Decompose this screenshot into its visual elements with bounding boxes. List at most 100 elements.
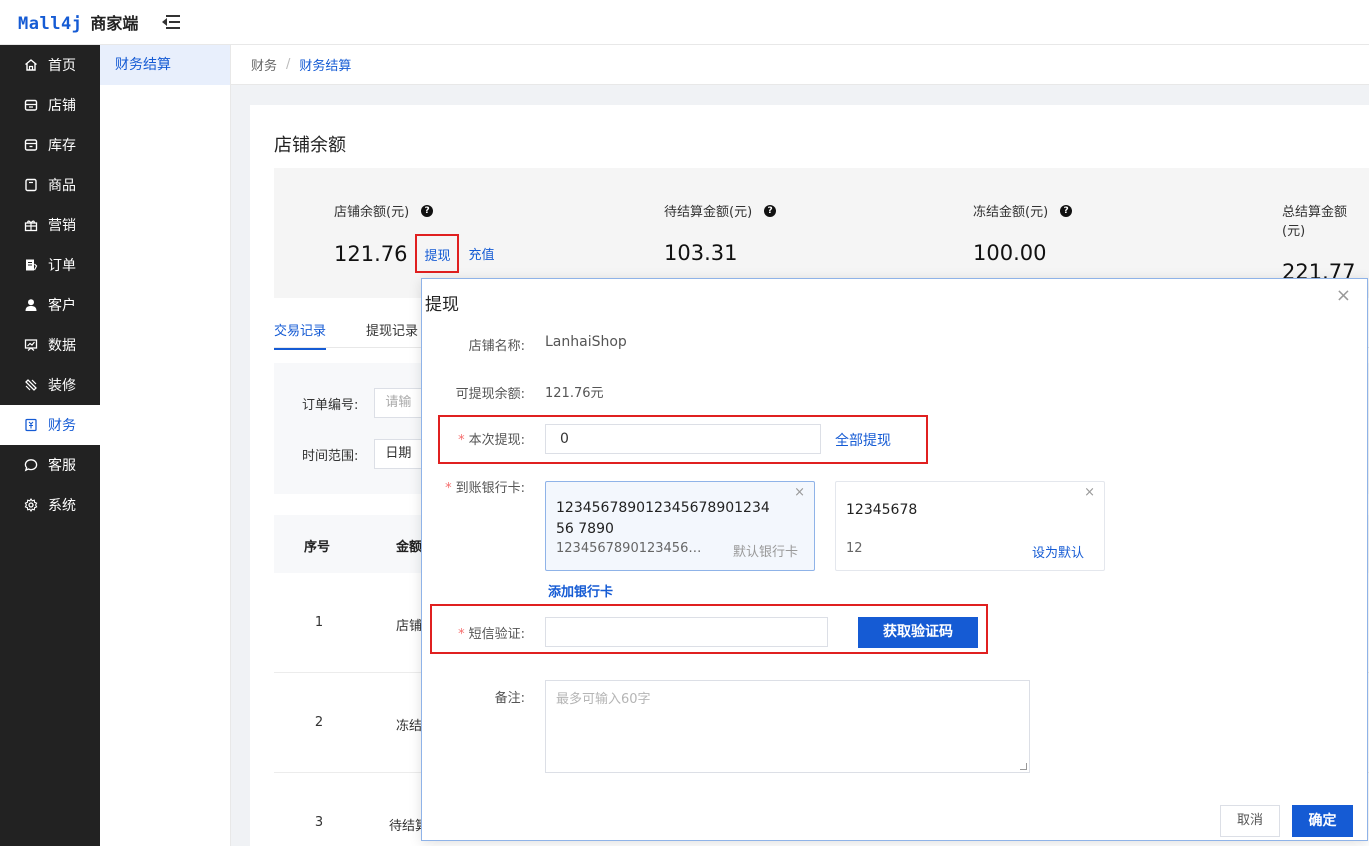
sidebar-item-label: 首页 bbox=[48, 58, 76, 74]
home-icon bbox=[24, 58, 38, 72]
tab-transactions[interactable]: 交易记录 bbox=[274, 320, 327, 350]
header-seq: 序号 bbox=[304, 540, 331, 555]
sidebar-item-label: 商品 bbox=[48, 178, 76, 194]
shop-name-label: 店铺名称: bbox=[468, 339, 525, 354]
bank-card-number: 12345678901234567890123456 7890 bbox=[556, 500, 770, 537]
logo[interactable]: Mall4j 商家端 bbox=[18, 10, 138, 34]
breadcrumb-separator: / bbox=[286, 57, 291, 72]
tab-withdrawals[interactable]: 提现记录 bbox=[366, 320, 418, 350]
close-icon[interactable]: × bbox=[1336, 285, 1351, 306]
row-seq: 2 bbox=[314, 715, 324, 730]
order-number-label: 订单编号: bbox=[302, 397, 359, 413]
sidebar-item-marketing[interactable]: 营销 bbox=[0, 205, 100, 245]
stat-value: 100.00 bbox=[973, 241, 1047, 265]
product-icon bbox=[24, 178, 38, 192]
bank-card-item[interactable]: × 12345678 12 设为默认 bbox=[835, 481, 1105, 571]
recharge-link[interactable]: 充值 bbox=[469, 244, 495, 263]
help-icon[interactable]: ? bbox=[764, 204, 777, 217]
sidebar-item-shop[interactable]: 店铺 bbox=[0, 85, 100, 125]
confirm-button[interactable]: 确定 bbox=[1292, 805, 1353, 837]
sidebar-item-home[interactable]: 首页 bbox=[0, 45, 100, 85]
remark-placeholder: 最多可输入60字 bbox=[556, 692, 651, 707]
remark-textarea[interactable]: 最多可输入60字 bbox=[545, 680, 1030, 773]
bank-card-number: 12345678 bbox=[846, 502, 918, 518]
stat-label: 待结算金额(元) bbox=[664, 205, 753, 220]
withdraw-highlight: 提现 bbox=[415, 234, 459, 273]
available-balance-value: 121.76元 bbox=[545, 386, 604, 401]
cancel-button[interactable]: 取消 bbox=[1220, 805, 1280, 837]
sidebar-item-data[interactable]: 数据 bbox=[0, 325, 100, 365]
add-bank-card-link[interactable]: 添加银行卡 bbox=[548, 581, 613, 600]
logo-text: 商家端 bbox=[90, 14, 139, 33]
stat-value: 103.31 bbox=[664, 241, 738, 265]
sidebar-item-order[interactable]: 订单 bbox=[0, 245, 100, 285]
stat-label: 冻结金额(元) bbox=[973, 205, 1049, 220]
sidebar-item-label: 装修 bbox=[48, 378, 76, 394]
remove-card-icon[interactable]: × bbox=[794, 485, 805, 500]
chart-icon bbox=[24, 338, 38, 352]
gear-icon bbox=[24, 498, 38, 512]
bank-card-holder: 12 bbox=[846, 541, 863, 556]
finance-icon bbox=[24, 418, 38, 432]
sub-sidebar: 财务结算 bbox=[100, 45, 231, 846]
inventory-icon bbox=[24, 138, 38, 152]
sidebar-item-system[interactable]: 系统 bbox=[0, 485, 100, 525]
bank-card-selected[interactable]: × 12345678901234567890123456 7890 123456… bbox=[545, 481, 815, 571]
stat-shop-balance: 店铺余额(元)? 121.76 提现 充值 bbox=[334, 201, 495, 273]
default-card-tag: 默认银行卡 bbox=[732, 545, 798, 560]
withdraw-amount-input[interactable]: 0 bbox=[545, 424, 821, 454]
sidebar-item-label: 订单 bbox=[48, 258, 76, 274]
sidebar-item-label: 数据 bbox=[48, 338, 76, 354]
sidebar-item-label: 店铺 bbox=[48, 98, 76, 114]
stat-total: 总结算金额(元) 221.77 bbox=[1282, 201, 1369, 284]
sidebar-item-label: 财务 bbox=[48, 418, 76, 434]
row-seq: 1 bbox=[314, 615, 324, 630]
sms-code-input[interactable] bbox=[545, 617, 828, 647]
stat-frozen: 冻结金额(元)? 100.00 bbox=[973, 201, 1073, 265]
gift-icon bbox=[24, 218, 38, 232]
breadcrumb-parent[interactable]: 财务 bbox=[251, 55, 277, 74]
subnav-item-settlement[interactable]: 财务结算 bbox=[100, 45, 230, 85]
breadcrumb: 财务 / 财务结算 bbox=[231, 45, 1369, 85]
stat-label: 店铺余额(元) bbox=[334, 205, 410, 220]
amount-label: 本次提现: bbox=[468, 433, 525, 448]
page-title: 店铺余额 bbox=[274, 135, 346, 156]
get-code-button[interactable]: 获取验证码 bbox=[858, 617, 978, 648]
withdraw-all-link[interactable]: 全部提现 bbox=[835, 430, 891, 450]
header-amount: 金额 bbox=[396, 540, 423, 555]
row-seq: 3 bbox=[314, 815, 324, 830]
row-type: 店铺 bbox=[396, 619, 423, 634]
stat-pending: 待结算金额(元)? 103.31 bbox=[664, 201, 777, 265]
shop-icon bbox=[24, 98, 38, 112]
set-default-link[interactable]: 设为默认 bbox=[1032, 542, 1084, 561]
sidebar-item-label: 客服 bbox=[48, 458, 76, 474]
sidebar-item-label: 库存 bbox=[48, 138, 76, 154]
sidebar-item-customer[interactable]: 客户 bbox=[0, 285, 100, 325]
bank-card-label: 到账银行卡: bbox=[455, 481, 525, 496]
sidebar-item-finance[interactable]: 财务 bbox=[0, 405, 100, 445]
stat-value: 121.76 bbox=[334, 241, 408, 266]
withdraw-link[interactable]: 提现 bbox=[424, 249, 450, 264]
user-icon bbox=[24, 298, 38, 312]
sidebar: 首页 店铺 库存 商品 营销 订单 客户 数据 装修 财务 客服 系统 bbox=[0, 45, 100, 846]
bank-card-holder: 12345678901234567... bbox=[556, 541, 706, 556]
sidebar-item-decoration[interactable]: 装修 bbox=[0, 365, 100, 405]
chat-icon bbox=[24, 458, 38, 472]
resize-handle[interactable] bbox=[1020, 763, 1027, 770]
sidebar-item-product[interactable]: 商品 bbox=[0, 165, 100, 205]
sms-label: 短信验证: bbox=[468, 627, 525, 642]
sidebar-item-service[interactable]: 客服 bbox=[0, 445, 100, 485]
sidebar-item-label: 系统 bbox=[48, 498, 76, 514]
sidebar-item-inventory[interactable]: 库存 bbox=[0, 125, 100, 165]
breadcrumb-current: 财务结算 bbox=[299, 59, 352, 74]
collapse-menu-icon[interactable] bbox=[162, 15, 181, 29]
stat-label: 总结算金额(元) bbox=[1282, 205, 1348, 239]
withdraw-dialog: 提现 × 店铺名称: LanhaiShop 可提现余额: 121.76元 * 本次… bbox=[421, 278, 1368, 841]
shop-name-value: LanhaiShop bbox=[545, 334, 627, 350]
help-icon[interactable]: ? bbox=[421, 204, 434, 217]
remove-card-icon[interactable]: × bbox=[1084, 485, 1095, 500]
logo-brand: Mall4j bbox=[18, 14, 83, 34]
help-icon[interactable]: ? bbox=[1060, 204, 1073, 217]
dialog-title: 提现 bbox=[425, 295, 459, 315]
sidebar-item-label: 客户 bbox=[48, 298, 76, 314]
